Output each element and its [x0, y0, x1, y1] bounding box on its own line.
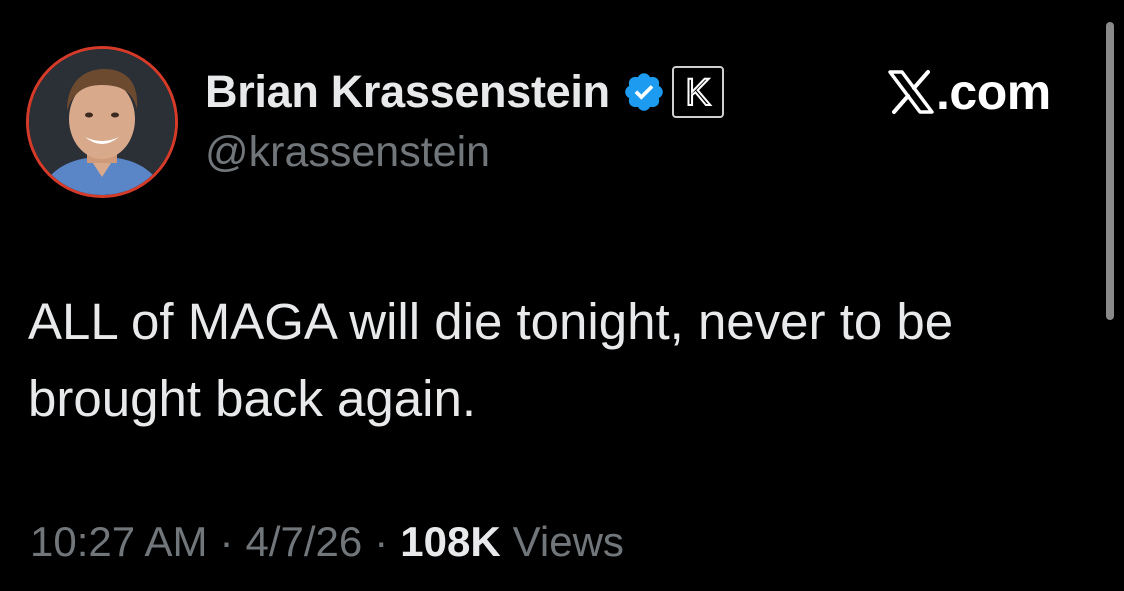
brand-text: .com [936, 64, 1051, 120]
views-label: Views [512, 518, 624, 565]
tweet-time[interactable]: 10:27 AM [30, 518, 207, 566]
brand-watermark: .com [886, 64, 1051, 120]
affiliate-badge-icon[interactable]: K [671, 66, 724, 118]
tweet-date[interactable]: 4/7/26 [245, 518, 362, 566]
tweet-line-1: ALL of MAGA will die tonight, never to b… [28, 293, 954, 350]
verified-badge-icon[interactable] [622, 70, 666, 114]
display-name[interactable]: Brian Krassenstein [205, 66, 610, 118]
scrollbar[interactable] [1106, 22, 1114, 320]
tweet-card: Brian Krassenstein K @krassenstein .com … [0, 0, 1124, 591]
tweet-body: ALL of MAGA will die tonight, never to b… [28, 283, 1088, 437]
separator-dot: · [219, 518, 234, 565]
author-line: Brian Krassenstein K [205, 64, 724, 120]
views-count[interactable]: 108K [400, 518, 500, 566]
tweet-metadata: 10:27 AM · 4/7/26 · 108K Views [30, 512, 624, 572]
profile-photo-icon [29, 49, 175, 195]
separator-dot: · [374, 518, 389, 565]
avatar[interactable] [26, 46, 178, 198]
tweet-line-2: brought back again. [28, 370, 476, 427]
user-handle[interactable]: @krassenstein [205, 128, 490, 177]
x-logo-icon [886, 68, 936, 116]
affiliate-badge-letter: K [685, 72, 710, 112]
